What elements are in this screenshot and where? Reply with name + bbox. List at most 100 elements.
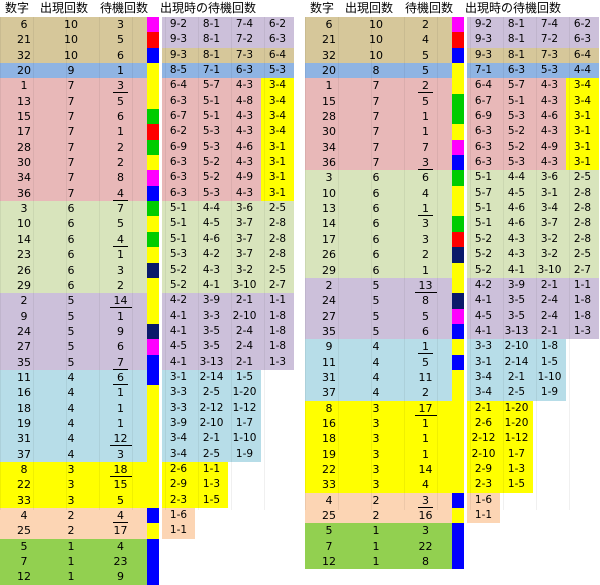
- pattern-cell: 5-2: [195, 170, 228, 186]
- wait-count-cell: 11: [399, 369, 452, 386]
- wait-count-value: 17: [414, 401, 437, 416]
- pattern-cell: 2-5: [566, 170, 599, 186]
- pattern-cell: 6-4: [261, 47, 294, 64]
- pattern-cell: 2-12: [195, 400, 228, 416]
- header-wait-at-appear: 出現時の待機回数: [465, 1, 562, 15]
- wait-count-cell: 17: [399, 400, 452, 416]
- pattern-cell: 8-5: [162, 63, 195, 79]
- pattern-cell: 4-2: [195, 247, 228, 263]
- color-marker: [147, 323, 159, 340]
- pattern-cell: [261, 493, 294, 508]
- number-cell: 26: [0, 262, 48, 278]
- wait-count-value: 1: [422, 263, 429, 277]
- pattern-cell: [228, 539, 261, 554]
- wait-count-value: 7: [113, 355, 128, 370]
- table-row: 16 3 1 2-6 1-20: [305, 415, 600, 432]
- appear-count-cell: 3: [353, 415, 399, 432]
- pattern-cell: [261, 385, 294, 400]
- table-row: 27 5 5 4-5 3-5 2-4 1-8: [305, 308, 600, 324]
- number-cell: 33: [0, 492, 48, 508]
- wait-count-value: 1: [117, 64, 124, 78]
- pattern-cell: 3-5: [195, 323, 228, 340]
- number-cell: 12: [0, 569, 48, 585]
- pattern-cell: [228, 523, 261, 538]
- number-cell: 23: [0, 247, 48, 263]
- pattern-cell: 5-2: [500, 124, 533, 140]
- pattern-cell: [195, 554, 228, 569]
- appear-count-cell: 7: [48, 93, 94, 110]
- pattern-cell: [228, 493, 261, 508]
- pattern-cell: 6-3: [228, 63, 261, 79]
- color-marker: [147, 508, 159, 524]
- color-marker: [147, 32, 159, 48]
- wait-count-cell: 5: [94, 93, 147, 110]
- appear-count-cell: 9: [48, 63, 94, 79]
- appear-count-cell: 6: [48, 277, 94, 294]
- pattern-cell: 6-3: [467, 139, 500, 156]
- pattern-cell: 2-4: [228, 323, 261, 340]
- table-row: 36 7 3 6-3 5-3 4-3 3-1: [305, 155, 600, 171]
- pattern-cell: 2-8: [566, 216, 599, 232]
- wait-count-cell: 7: [94, 201, 147, 217]
- pattern-cell: 4-9: [228, 170, 261, 186]
- pattern-cell: 4-9: [533, 139, 566, 156]
- pattern-cell: 6-3: [162, 93, 195, 110]
- number-cell: 1: [305, 78, 353, 94]
- pattern-cell: 2-14: [195, 369, 228, 386]
- pattern-cell: 4-3: [228, 185, 261, 202]
- table-row: 1 7 2 6-4 5-7 4-3 3-4: [305, 78, 600, 94]
- number-cell: 2: [305, 277, 353, 294]
- wait-count-value: 1: [117, 416, 124, 430]
- table-row: 3 6 6 5-1 4-4 3-6 2-5: [305, 170, 600, 186]
- table-row: 34 7 7 6-3 5-2 4-9 3-1: [305, 139, 600, 156]
- number-cell: 22: [0, 477, 48, 493]
- pattern-cell: 1-5: [533, 354, 566, 370]
- number-cell: 37: [305, 385, 353, 401]
- header-appear-count: 出現回数: [345, 1, 394, 15]
- pattern-cell: 4-4: [566, 63, 599, 79]
- header-number: 数字: [310, 1, 335, 15]
- wait-count-value: 9: [117, 570, 124, 584]
- wait-count-value: 4: [422, 186, 429, 200]
- wait-count-value: 13: [414, 278, 437, 293]
- appear-count-cell: 6: [48, 216, 94, 232]
- pattern-cell: 1-3: [500, 461, 533, 478]
- table-row: 31 4 11 3-4 2-1 1-10: [305, 369, 600, 386]
- appear-count-cell: 7: [48, 155, 94, 171]
- pattern-cell: 1-1: [195, 461, 228, 478]
- color-marker: [452, 109, 464, 125]
- pattern-cell: 4-2: [162, 293, 195, 309]
- wait-count-cell: 12: [94, 431, 147, 447]
- number-cell: 16: [0, 385, 48, 401]
- pattern-cell: 1-9: [228, 446, 261, 462]
- pattern-cell: 5-2: [467, 247, 500, 263]
- pattern-cell: 3-5: [500, 293, 533, 309]
- number-cell: 34: [0, 170, 48, 186]
- pattern-cell: [195, 539, 228, 554]
- color-marker: [452, 461, 464, 478]
- wait-count-value: 23: [113, 555, 128, 569]
- pattern-cell: 4-2: [467, 277, 500, 294]
- wait-count-cell: 1: [399, 201, 452, 217]
- table-row: 32 10 6 9-3 8-1 7-3 6-4: [0, 47, 295, 64]
- wait-count-value: 5: [422, 355, 429, 369]
- wait-count-value: 9: [117, 324, 124, 338]
- pattern-cell: 5-1: [467, 201, 500, 217]
- table-row: 24 5 8 4-1 3-5 2-4 1-8: [305, 293, 600, 309]
- wait-count-cell: 9: [94, 323, 147, 340]
- pattern-cell: 2-3: [467, 477, 500, 493]
- pattern-cell: 9-2: [467, 17, 500, 33]
- wait-count-cell: 1: [399, 262, 452, 278]
- pattern-cell: 5-2: [467, 262, 500, 278]
- pattern-cell: [261, 416, 294, 431]
- pattern-cell: 6-3: [467, 124, 500, 140]
- table-row: 24 5 9 4-1 3-5 2-4 1-8: [0, 323, 295, 340]
- pattern-cell: 5-3: [162, 247, 195, 263]
- pattern-cell: 3-4: [261, 78, 294, 94]
- wait-count-value: 3: [117, 263, 124, 277]
- number-cell: 25: [0, 523, 48, 539]
- color-marker: [452, 231, 464, 248]
- appear-count-cell: 5: [48, 308, 94, 324]
- pattern-cell: 4-8: [228, 93, 261, 110]
- appear-count-cell: 6: [353, 185, 399, 202]
